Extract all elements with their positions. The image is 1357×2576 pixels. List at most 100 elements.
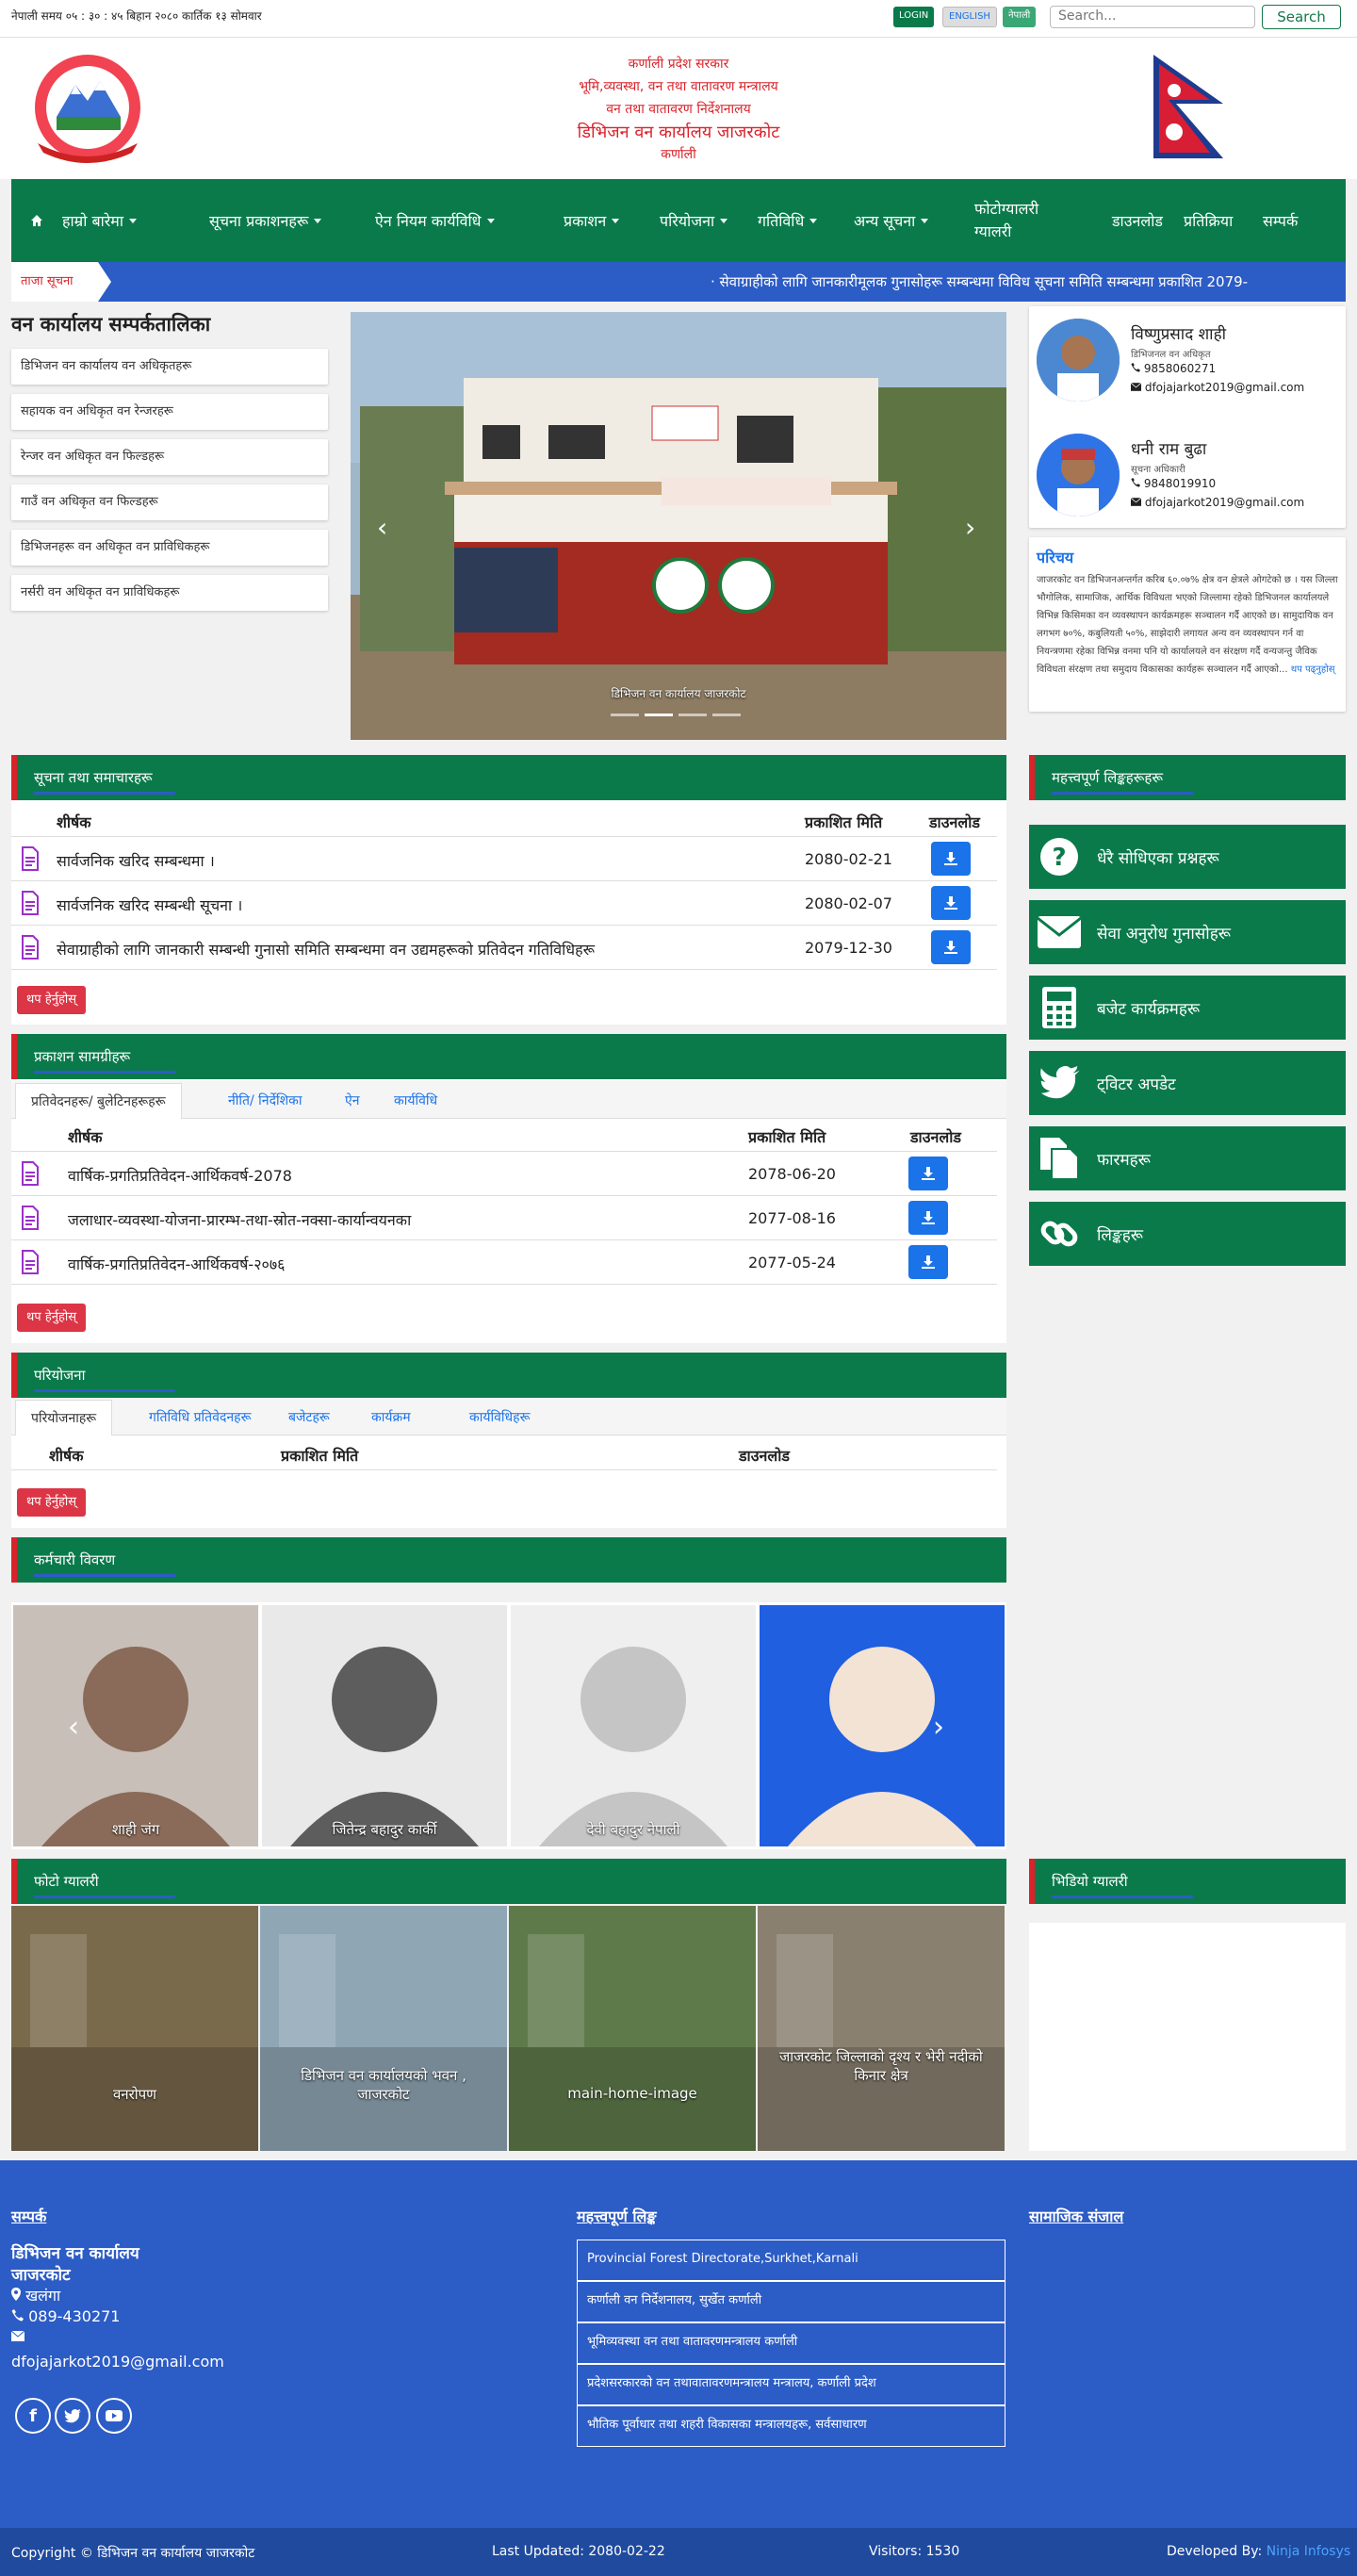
tab-budgets[interactable]: बजेटहरू bbox=[273, 1400, 345, 1436]
quick-link-link[interactable]: लिङ्कहरू bbox=[1029, 1202, 1346, 1266]
nav-publications[interactable]: प्रकाशन bbox=[564, 179, 620, 262]
nav-notices[interactable]: सूचना प्रकाशनहरू bbox=[209, 179, 322, 262]
search-button[interactable]: Search bbox=[1262, 5, 1341, 29]
about-read-more-link[interactable]: थप पढ्नुहोस् bbox=[1291, 665, 1335, 675]
quick-link-twitter[interactable]: ट्विटर अपडेट bbox=[1029, 1051, 1346, 1115]
nav-acts[interactable]: ऐन नियम कार्यविधि bbox=[375, 179, 495, 262]
staff-email[interactable]: dfojajarkot2019@gmail.com bbox=[1130, 381, 1304, 394]
nav-projects[interactable]: परियोजना bbox=[660, 179, 728, 262]
contact-list-item[interactable]: डिभिजन वन कार्यालय वन अधिकृतहरू bbox=[11, 349, 328, 385]
slider-prev-icon[interactable]: ‹ bbox=[377, 512, 387, 543]
tab-programs[interactable]: कार्यक्रम bbox=[356, 1400, 426, 1436]
quick-link-question[interactable]: ? धेरै सोधिएका प्रश्नहरू bbox=[1029, 825, 1346, 889]
publication-title[interactable]: वार्षिक-प्रगतिप्रतिवेदन-आर्थिकवर्ष-2078 bbox=[68, 1165, 292, 1186]
footer-link[interactable]: कर्णाली वन निर्देशनालय, सुर्खेत कर्णाली bbox=[577, 2281, 1005, 2322]
document-icon bbox=[21, 1206, 40, 1234]
notice-title[interactable]: सेवाग्राहीको लागि जानकारी सम्बन्धी गुनास… bbox=[57, 939, 595, 960]
quick-link-envelope[interactable]: सेवा अनुरोध गुनासोहरू bbox=[1029, 900, 1346, 964]
download-button[interactable] bbox=[908, 1245, 948, 1279]
home-icon[interactable] bbox=[30, 179, 43, 262]
english-button[interactable]: ENGLISH bbox=[942, 7, 997, 27]
tab-activity-reports[interactable]: गतिविधि प्रतिवेदनहरू bbox=[134, 1400, 266, 1436]
nav-download[interactable]: डाउनलोड bbox=[1112, 179, 1163, 262]
facebook-icon[interactable]: f bbox=[15, 2398, 51, 2434]
col-date: प्रकाशित मिति bbox=[805, 813, 883, 831]
staff-email[interactable]: dfojajarkot2019@gmail.com bbox=[1130, 496, 1304, 509]
tab-projects[interactable]: परियोजनाहरू bbox=[15, 1400, 113, 1436]
gallery-photo[interactable]: main-home-image bbox=[509, 1906, 756, 2151]
quick-link-label: सेवा अनुरोध गुनासोहरू bbox=[1097, 924, 1231, 943]
staff-photo[interactable]: देवी बहादुर नेपाली bbox=[511, 1605, 756, 1846]
avatar bbox=[1037, 434, 1120, 517]
download-button[interactable] bbox=[931, 842, 971, 876]
twitter-icon[interactable] bbox=[55, 2398, 90, 2434]
download-button[interactable] bbox=[931, 886, 971, 920]
developer-link[interactable]: Ninja Infosys bbox=[1267, 2544, 1351, 2559]
staff-photo-caption: शाही जंग bbox=[111, 1821, 160, 1838]
download-button[interactable] bbox=[908, 1201, 948, 1235]
ticker-label: ताजा सूचना bbox=[11, 262, 98, 302]
nav-feedback[interactable]: प्रतिक्रिया bbox=[1184, 179, 1233, 262]
contact-list-item[interactable]: गाउँ वन अधिकृत वन फिल्डहरू bbox=[11, 484, 328, 520]
nav-about[interactable]: हाम्रो बारेमा bbox=[62, 179, 137, 262]
header-office-name: डिभिजन वन कार्यालय जाजरकोट bbox=[577, 123, 780, 142]
download-button[interactable] bbox=[908, 1157, 948, 1190]
notice-title[interactable]: सार्वजनिक खरिद सम्बन्धमा । bbox=[57, 850, 215, 871]
video-gallery-frame[interactable] bbox=[1029, 1923, 1346, 2151]
gallery-photo[interactable]: वनरोपण bbox=[11, 1906, 258, 2151]
slider-next-icon[interactable]: › bbox=[965, 512, 975, 543]
gallery-prev-icon[interactable]: ‹ bbox=[68, 1711, 79, 1744]
footer-link[interactable]: प्रदेशसरकारको वन तथावातावरणमन्त्रालय मन्… bbox=[577, 2364, 1005, 2405]
notices-table-header: शीर्षक प्रकाशित मिति डाउनलोड bbox=[11, 807, 997, 837]
tab-reports[interactable]: प्रतिवेदनहरू/ बुलेटिनहरूहरू bbox=[15, 1083, 182, 1119]
footer-email[interactable]: dfojajarkot2019@gmail.com bbox=[11, 2353, 224, 2371]
gallery-photo[interactable]: जाजरकोट जिल्लाको दृश्य र भेरी नदीको किना… bbox=[758, 1906, 1005, 2151]
nav-activities[interactable]: गतिविधि bbox=[758, 179, 818, 262]
gallery-next-icon[interactable]: › bbox=[933, 1711, 944, 1744]
publication-title[interactable]: वार्षिक-प्रगतिप्रतिवेदन-आर्थिकवर्ष-२०७६ bbox=[68, 1254, 286, 1274]
youtube-icon[interactable] bbox=[96, 2398, 132, 2434]
publication-title[interactable]: जलाधार-व्यवस्था-योजना-प्रारम्भ-तथा-स्रोत… bbox=[68, 1209, 411, 1230]
contact-list-item[interactable]: रेन्जर वन अधिकृत वन फिल्डहरू bbox=[11, 439, 328, 475]
image-slider[interactable]: ‹ › डिभिजन वन कार्यालय जाजरकोट bbox=[351, 312, 1006, 740]
staff-role: डिभिजनल वन अधिकृत bbox=[1131, 350, 1211, 360]
slider-indicators[interactable] bbox=[611, 714, 743, 717]
ticker-text[interactable]: · सेवाग्राहीको लागि जानकारीमूलक गुनासोहर… bbox=[98, 262, 1346, 302]
download-button[interactable] bbox=[931, 930, 971, 964]
tab-acts[interactable]: ऐन bbox=[330, 1083, 375, 1119]
footer-link[interactable]: भौतिक पूर्वाधार तथा शहरी विकासका मन्त्रा… bbox=[577, 2405, 1005, 2447]
footer-link[interactable]: Provincial Forest Directorate,Surkhet,Ka… bbox=[577, 2240, 1005, 2281]
staff-phone: 9858060271 bbox=[1131, 362, 1216, 375]
staff-photo[interactable] bbox=[760, 1605, 1005, 1846]
notices-more-button[interactable]: थप हेर्नुहोस् bbox=[17, 986, 86, 1014]
nav-gallery[interactable]: फोटोग्यालरी ग्यालरी bbox=[974, 179, 1069, 262]
footer-link[interactable]: भूमिव्यवस्था वन तथा वातावरणमन्त्रालय कर्… bbox=[577, 2322, 1005, 2364]
notice-date: 2080-02-07 bbox=[805, 894, 892, 912]
envelope-icon bbox=[1130, 382, 1142, 391]
projects-more-button[interactable]: थप हेर्नुहोस् bbox=[17, 1488, 86, 1517]
nav-other-info[interactable]: अन्य सूचना bbox=[854, 179, 929, 262]
search-input[interactable]: Search... bbox=[1050, 6, 1255, 28]
quick-link-document[interactable]: फारमहरू bbox=[1029, 1126, 1346, 1190]
staff-photo[interactable]: शाही जंग bbox=[13, 1605, 258, 1846]
top-bar: नेपाली समय ०५ : ३० : ४५ बिहान २०८० कार्त… bbox=[0, 0, 1357, 38]
gallery-photo-caption: जाजरकोट जिल्लाको दृश्य र भेरी नदीको किना… bbox=[779, 2048, 983, 2084]
gallery-photo[interactable]: डिभिजन वन कार्यालयको भवन , जाजरकोट bbox=[260, 1906, 507, 2151]
header-line-3: वन तथा वातावरण निर्देशनालय bbox=[606, 102, 751, 117]
nepali-button[interactable]: नेपाली bbox=[1003, 7, 1037, 27]
staff-photo[interactable]: जितेन्द्र बहादुर कार्की bbox=[262, 1605, 507, 1846]
contact-list-item[interactable]: डिभिजनहरू वन अधिकृत वन प्राविधिकहरू bbox=[11, 530, 328, 566]
login-button[interactable]: LOGIN bbox=[893, 7, 935, 27]
table-row: सार्वजनिक खरिद सम्बन्धमा । 2080-02-21 bbox=[11, 837, 997, 881]
contact-list-item[interactable]: सहायक वन अधिकृत वन रेन्जरहरू bbox=[11, 394, 328, 430]
notice-title[interactable]: सार्वजनिक खरिद सम्बन्धी सूचना । bbox=[57, 894, 242, 915]
contact-list-item[interactable]: नर्सरी वन अधिकृत वन प्राविधिकहरू bbox=[11, 575, 328, 611]
nav-contact[interactable]: सम्पर्क bbox=[1263, 179, 1298, 262]
tab-procedures-2[interactable]: कार्यविधिहरू bbox=[454, 1400, 545, 1436]
quick-link-calculator[interactable]: बजेट कार्यक्रमहरू bbox=[1029, 976, 1346, 1040]
header-line-2: भूमि,व्यवस्था, वन तथा वातावरण मन्त्रालय bbox=[579, 79, 778, 94]
tab-procedures[interactable]: कार्यविधि bbox=[379, 1083, 452, 1119]
about-text: जाजरकोट वन डिभिजनअन्तर्गत करिब ६०.०७% क्… bbox=[1037, 575, 1338, 675]
publications-more-button[interactable]: थप हेर्नुहोस् bbox=[17, 1304, 86, 1332]
tab-policy[interactable]: नीति/ निर्देशिका bbox=[213, 1083, 318, 1119]
